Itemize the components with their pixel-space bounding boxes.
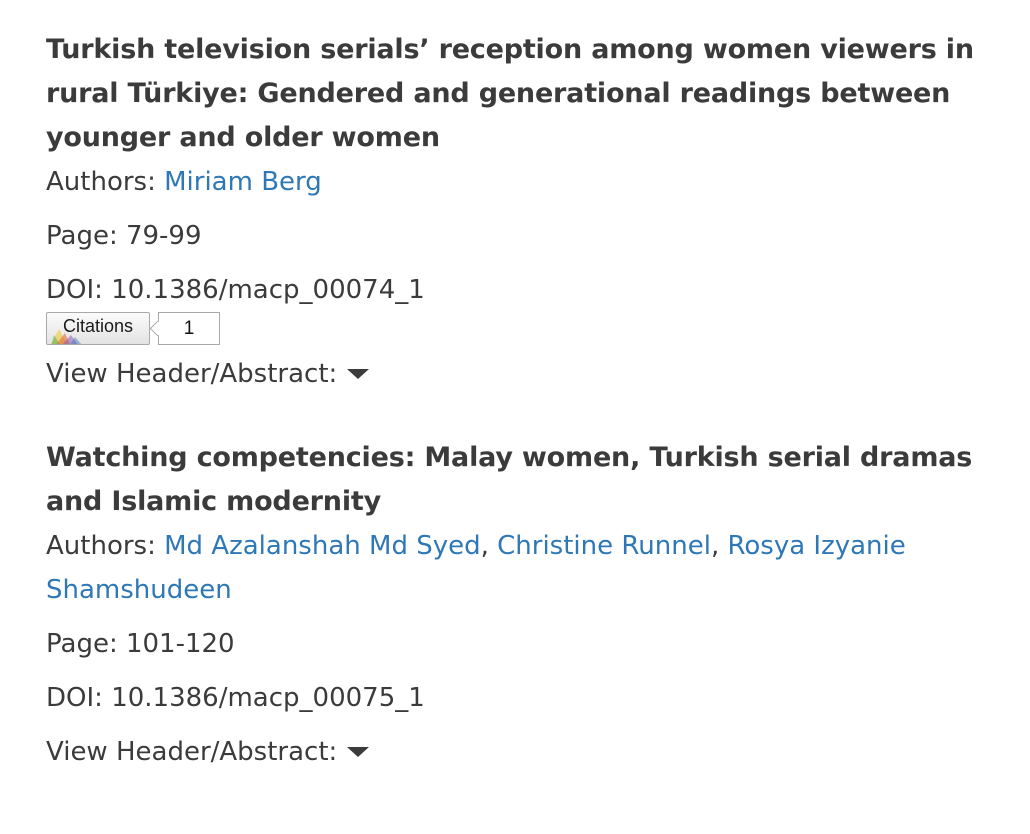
doi-value: 10.1386/macp_00074_1 xyxy=(111,275,425,305)
authors-label: Authors: xyxy=(46,531,156,561)
article-doi: DOI: 10.1386/macp_00074_1 xyxy=(46,268,996,312)
citations-button[interactable]: Citations xyxy=(46,312,150,345)
citations-badge[interactable]: Citations 1 xyxy=(46,312,220,345)
page-range: 101-120 xyxy=(125,629,235,659)
article-title[interactable]: Watching competencies: Malay women, Turk… xyxy=(46,436,996,524)
author-separator: , xyxy=(480,531,498,561)
doi-label: DOI: xyxy=(46,275,103,305)
article-item: Turkish television serials’ reception am… xyxy=(46,28,996,396)
view-abstract-toggle[interactable]: View Header/Abstract: xyxy=(46,352,996,396)
author-separator: , xyxy=(710,531,728,561)
page-label: Page: xyxy=(46,221,118,251)
article-pages: Page: 79-99 xyxy=(46,214,996,258)
caret-down-icon[interactable] xyxy=(347,369,370,379)
doi-label: DOI: xyxy=(46,683,103,713)
article-item: Watching competencies: Malay women, Turk… xyxy=(46,436,996,774)
author-link[interactable]: Md Azalanshah Md Syed xyxy=(164,531,481,561)
page-range: 79-99 xyxy=(125,221,202,251)
view-abstract-label[interactable]: View Header/Abstract: xyxy=(46,352,337,396)
citations-badge-row: Citations 1 xyxy=(46,312,996,352)
article-doi: DOI: 10.1386/macp_00075_1 xyxy=(46,676,996,720)
page-label: Page: xyxy=(46,629,118,659)
author-link[interactable]: Miriam Berg xyxy=(164,167,322,197)
view-abstract-label[interactable]: View Header/Abstract: xyxy=(46,730,337,774)
citations-label: Citations xyxy=(62,316,134,336)
caret-down-icon[interactable] xyxy=(347,747,370,757)
citations-count[interactable]: 1 xyxy=(158,312,220,345)
article-authors: Authors: Md Azalanshah Md Syed, Christin… xyxy=(46,524,996,612)
article-pages: Page: 101-120 xyxy=(46,622,996,666)
article-authors: Authors: Miriam Berg xyxy=(46,160,996,204)
article-title[interactable]: Turkish television serials’ reception am… xyxy=(46,28,996,160)
article-list: Turkish television serials’ reception am… xyxy=(46,28,996,774)
view-abstract-toggle[interactable]: View Header/Abstract: xyxy=(46,730,996,774)
doi-value: 10.1386/macp_00075_1 xyxy=(111,683,425,713)
authors-label: Authors: xyxy=(46,167,156,197)
author-link[interactable]: Christine Runnel xyxy=(497,531,711,561)
